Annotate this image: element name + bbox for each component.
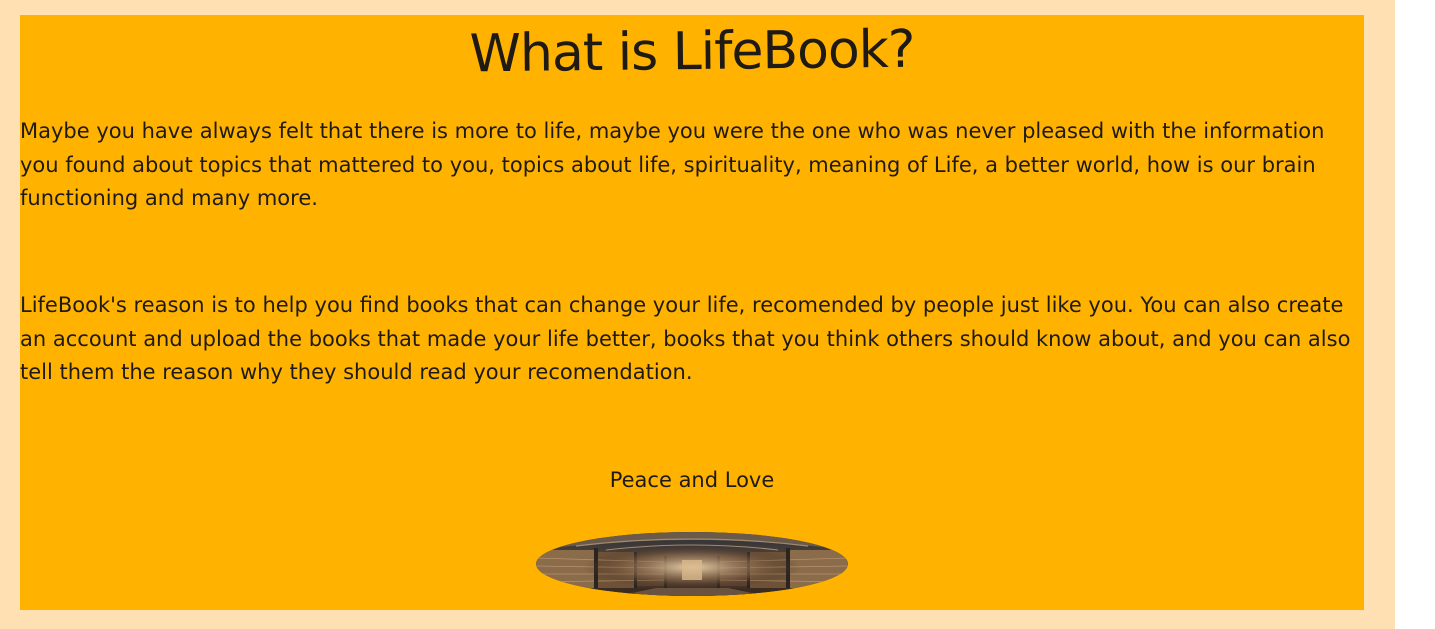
signoff-text: Peace and Love [609,468,775,492]
page-title: What is LifeBook? [469,19,915,85]
page-background: What is LifeBook? Maybe you have always … [0,0,1395,629]
content-card: What is LifeBook? Maybe you have always … [20,15,1364,610]
purpose-paragraph: LifeBook's reason is to help you find bo… [20,293,1351,384]
library-hall-image [536,532,848,596]
intro-paragraph: Maybe you have always felt that there is… [20,119,1325,210]
